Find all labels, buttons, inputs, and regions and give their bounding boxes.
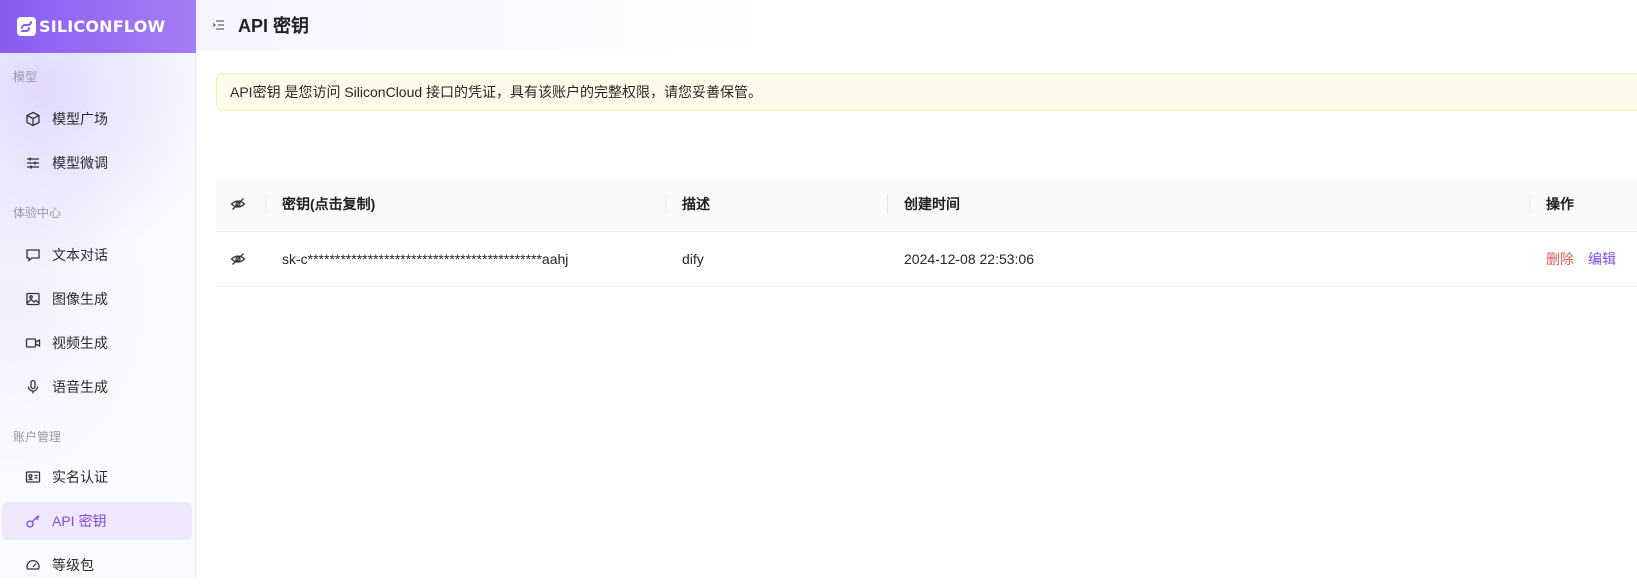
sidebar: SILICONFLOW 模型 模型广场 模型微调 体验中心 文本对话 图像生成 … [0, 0, 196, 578]
column-divider [1529, 194, 1530, 214]
brand-logo[interactable]: SILICONFLOW [0, 0, 196, 53]
page-title: API 密钥 [238, 16, 310, 36]
brand-name: SILICONFLOW [39, 17, 166, 36]
sidebar-item-level-pack[interactable]: 等级包 [2, 546, 192, 584]
sidebar-item-api-keys[interactable]: API 密钥 [2, 502, 192, 540]
cube-icon [24, 110, 42, 128]
toggle-visibility-icon[interactable] [230, 232, 246, 286]
api-keys-table: 密钥(点击复制) 描述 创建时间 操作 sk-c****************… [216, 177, 1637, 287]
sliders-icon [24, 154, 42, 172]
sidebar-item-text-chat[interactable]: 文本对话 [2, 236, 192, 274]
column-divider [665, 194, 666, 214]
table-header: 密钥(点击复制) 描述 创建时间 操作 [216, 177, 1637, 232]
delete-button[interactable]: 删除 [1546, 249, 1574, 269]
sidebar-item-label: 文本对话 [52, 247, 108, 263]
notice-banner: API密钥 是您访问 SiliconCloud 接口的凭证，具有该账户的完整权限… [216, 73, 1637, 111]
row-actions: 删除 编辑 [1546, 232, 1616, 286]
column-header-actions: 操作 [1546, 196, 1574, 212]
key-created-time: 2024-12-08 22:53:06 [904, 251, 1034, 267]
column-divider [265, 194, 266, 214]
api-key-value[interactable]: sk-c************************************… [282, 232, 568, 286]
logo-icon [17, 17, 36, 36]
sidebar-item-verification[interactable]: 实名认证 [2, 458, 192, 496]
column-header-created: 创建时间 [904, 196, 960, 212]
sidebar-item-label: 模型微调 [52, 155, 108, 171]
menu-collapse-icon[interactable] [212, 18, 226, 32]
sidebar-item-image-gen[interactable]: 图像生成 [2, 280, 192, 318]
edit-button[interactable]: 编辑 [1588, 249, 1616, 269]
group-title-playground: 体验中心 [13, 206, 62, 220]
table-row: sk-c************************************… [216, 232, 1637, 287]
sidebar-item-model-finetune[interactable]: 模型微调 [2, 144, 192, 182]
sidebar-item-voice-gen[interactable]: 语音生成 [2, 368, 192, 406]
sidebar-item-video-gen[interactable]: 视频生成 [2, 324, 192, 362]
chat-icon [24, 246, 42, 264]
page-header: API 密钥 [196, 0, 1637, 50]
sidebar-item-label: 模型广场 [52, 111, 108, 127]
sidebar-item-label: 等级包 [52, 557, 94, 573]
toggle-visibility-all-icon[interactable] [230, 177, 246, 231]
key-icon [24, 512, 42, 530]
column-header-description: 描述 [682, 196, 710, 212]
column-header-key: 密钥(点击复制) [282, 196, 376, 212]
sidebar-item-label: 语音生成 [52, 379, 108, 395]
sidebar-item-label: 实名认证 [52, 469, 108, 485]
group-title-account: 账户管理 [13, 430, 62, 444]
video-icon [24, 334, 42, 352]
microphone-icon [24, 378, 42, 396]
sidebar-item-label: 图像生成 [52, 291, 108, 307]
gauge-icon [24, 556, 42, 574]
column-divider [887, 194, 888, 214]
image-icon [24, 290, 42, 308]
key-description: dify [682, 251, 704, 267]
group-title-model: 模型 [13, 70, 38, 84]
sidebar-item-model-square[interactable]: 模型广场 [2, 100, 192, 138]
id-card-icon [24, 468, 42, 486]
sidebar-item-label: API 密钥 [52, 513, 107, 529]
notice-text: API密钥 是您访问 SiliconCloud 接口的凭证，具有该账户的完整权限… [230, 84, 763, 100]
sidebar-item-label: 视频生成 [52, 335, 108, 351]
